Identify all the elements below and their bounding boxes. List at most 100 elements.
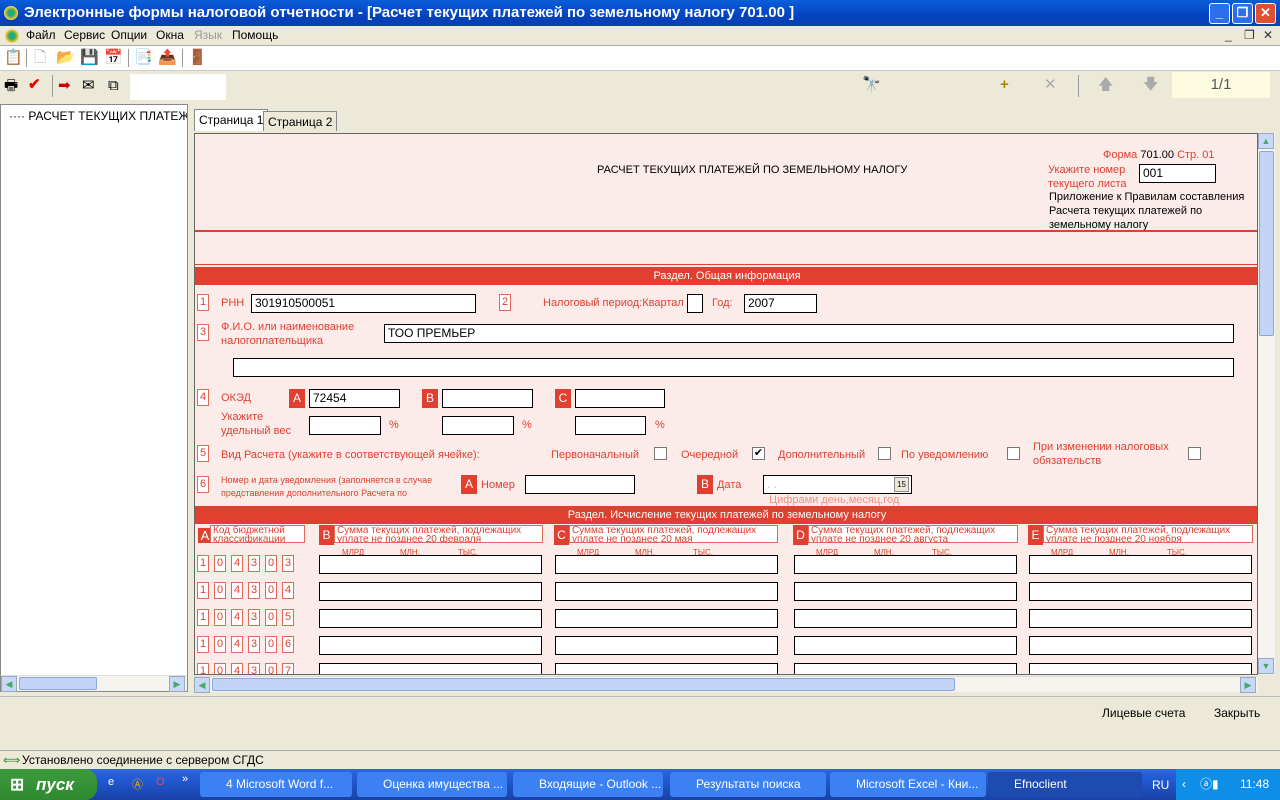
tree-hscroll[interactable]: ◀ ▶	[1, 675, 187, 692]
quarter-input[interactable]	[687, 294, 703, 313]
amount-input[interactable]	[555, 609, 778, 628]
task-efnoclient[interactable]: Efnoclient	[988, 772, 1142, 797]
form-hscroll[interactable]: ◀ ▶	[194, 676, 1258, 693]
tab-page-1[interactable]: Страница 1	[194, 109, 269, 131]
menu-windows[interactable]: Окна	[156, 28, 184, 42]
tree-item[interactable]: ···· РАСЧЕТ ТЕКУЩИХ ПЛАТЕЖЕЙ	[9, 109, 187, 123]
scroll-thumb[interactable]	[1259, 151, 1274, 336]
task-excel[interactable]: Microsoft Excel - Кни...	[830, 772, 986, 797]
export-icon[interactable]: 📤	[158, 49, 177, 67]
amount-input[interactable]	[794, 636, 1017, 655]
ie-icon[interactable]: e	[108, 776, 114, 788]
close-form-button[interactable]: Закрыть	[1214, 706, 1260, 720]
oked-b-input[interactable]	[442, 389, 533, 408]
notice-number-input[interactable]	[525, 475, 635, 494]
copy-pages-icon[interactable]: 📑	[134, 49, 153, 67]
start-button[interactable]: ⊞ пуск	[0, 769, 97, 800]
share-a-input[interactable]	[309, 416, 381, 435]
language-indicator[interactable]: RU	[1152, 778, 1169, 792]
taxpayer-name-input[interactable]: ТОО ПРЕМЬЕР	[384, 324, 1234, 343]
menu-help[interactable]: Помощь	[232, 28, 278, 42]
type-initial-checkbox[interactable]	[654, 447, 667, 460]
amount-input[interactable]	[1029, 636, 1252, 655]
tray-arrow-icon[interactable]: ‹	[1182, 769, 1186, 800]
minimize-button[interactable]: _	[1209, 3, 1230, 24]
task-search[interactable]: Результаты поиска	[670, 772, 826, 797]
open-icon[interactable]: 📂	[56, 49, 75, 67]
task-word[interactable]: 4 Microsoft Word f...	[200, 772, 352, 797]
amount-input[interactable]	[1029, 555, 1252, 574]
print-icon[interactable]: 🖶	[4, 77, 18, 95]
amount-input[interactable]	[794, 582, 1017, 601]
type-additional-checkbox[interactable]	[878, 447, 891, 460]
amount-input[interactable]	[319, 555, 542, 574]
up-icon[interactable]: 🡅	[1098, 76, 1113, 94]
taxpayer-name-input-2[interactable]	[233, 358, 1234, 377]
send-icon[interactable]: ➡	[58, 77, 71, 95]
amount-input[interactable]	[1029, 609, 1252, 628]
save-icon[interactable]: 💾	[80, 49, 99, 67]
menu-options[interactable]: Опции	[111, 28, 147, 42]
task-outlook[interactable]: Входящие - Outlook ...	[513, 772, 663, 797]
maximize-button[interactable]: ❐	[1232, 3, 1253, 24]
scroll-up-button[interactable]: ▲	[1258, 133, 1274, 149]
amount-input[interactable]	[319, 609, 542, 628]
scroll-right-button[interactable]: ▶	[1240, 677, 1256, 693]
year-input[interactable]: 2007	[744, 294, 817, 313]
mdi-close[interactable]: ✕	[1263, 28, 1273, 42]
quicklaunch-more[interactable]: »	[182, 773, 188, 785]
amount-input[interactable]	[555, 636, 778, 655]
rnn-input[interactable]: 301910500051	[251, 294, 476, 313]
menu-service[interactable]: Сервис	[64, 28, 105, 42]
type-change-checkbox[interactable]	[1188, 447, 1201, 460]
amount-input[interactable]	[794, 663, 1017, 674]
find-icon[interactable]: 🔭	[862, 76, 881, 94]
type-regular-checkbox[interactable]: ✔	[752, 447, 765, 460]
delete-icon[interactable]: ✕	[1044, 76, 1057, 94]
add-icon[interactable]: +	[1000, 76, 1009, 94]
oked-c-input[interactable]	[575, 389, 665, 408]
amount-input[interactable]	[1029, 663, 1252, 674]
app-a-icon[interactable]: Ⓐ	[132, 776, 143, 792]
scroll-left-button[interactable]: ◀	[194, 677, 210, 693]
new-icon[interactable]: 🗋	[34, 49, 46, 67]
sheet-number-input[interactable]: 001	[1139, 164, 1216, 183]
amount-input[interactable]	[794, 555, 1017, 574]
amount-input[interactable]	[555, 555, 778, 574]
exit-icon[interactable]: 🚪	[188, 49, 207, 67]
amount-input[interactable]	[1029, 582, 1252, 601]
scroll-thumb[interactable]	[212, 678, 955, 691]
menu-language[interactable]: Язык	[194, 28, 222, 42]
check-icon[interactable]: ✔	[28, 76, 41, 94]
share-b-input[interactable]	[442, 416, 514, 435]
scroll-left-button[interactable]: ◀	[1, 676, 17, 692]
tab-page-2[interactable]: Страница 2	[263, 111, 338, 131]
amount-input[interactable]	[555, 582, 778, 601]
opera-icon[interactable]: O	[156, 776, 165, 788]
share-c-input[interactable]	[575, 416, 646, 435]
mdi-restore[interactable]: ❐	[1244, 28, 1255, 42]
down-icon[interactable]: 🡇	[1143, 76, 1158, 94]
oked-a-input[interactable]: 72454	[309, 389, 400, 408]
amount-input[interactable]	[319, 636, 542, 655]
calendar-button[interactable]: 15	[894, 477, 909, 492]
accounts-button[interactable]: Лицевые счета	[1102, 706, 1185, 720]
type-notice-checkbox[interactable]	[1007, 447, 1020, 460]
scroll-right-button[interactable]: ▶	[169, 676, 185, 692]
copy-icon[interactable]: ⧉	[108, 77, 119, 95]
amount-input[interactable]	[319, 663, 542, 674]
tray-icons[interactable]: ⓐ▮	[1200, 769, 1219, 800]
scroll-down-button[interactable]: ▼	[1258, 658, 1274, 674]
menu-file[interactable]: Файл	[26, 28, 56, 42]
notice-date-input[interactable]: . . 15	[763, 475, 912, 494]
amount-input[interactable]	[794, 609, 1017, 628]
task-opera[interactable]: Оценка имущества ...	[357, 772, 507, 797]
close-button[interactable]: ✕	[1255, 3, 1276, 24]
form-vscroll[interactable]: ▲ ▼	[1258, 133, 1275, 675]
amount-input[interactable]	[555, 663, 778, 674]
mail-icon[interactable]: ✉	[82, 77, 95, 95]
scroll-thumb[interactable]	[19, 677, 97, 690]
amount-input[interactable]	[319, 582, 542, 601]
wizard-icon[interactable]: 📋	[4, 49, 23, 67]
mdi-minimize[interactable]: _	[1225, 28, 1232, 42]
